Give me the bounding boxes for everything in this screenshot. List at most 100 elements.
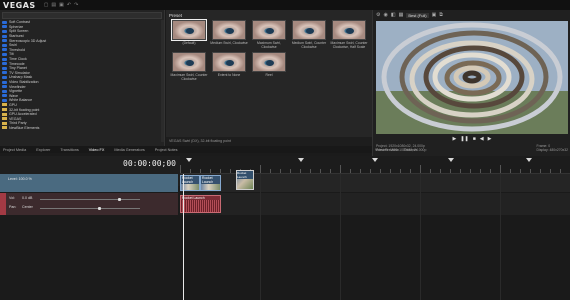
save-icon[interactable]: ▣ bbox=[59, 2, 64, 8]
fx-item-label: Video Stabilization bbox=[9, 80, 39, 85]
fx-item-label: Stereoscopic 3D Adjust bbox=[9, 38, 47, 43]
tab-transitions[interactable]: Transitions bbox=[60, 148, 78, 152]
copy-icon[interactable]: ⧉ bbox=[439, 12, 443, 18]
preset-label: Extent to None bbox=[217, 73, 241, 77]
pause-icon[interactable]: ❚❚ bbox=[460, 136, 468, 144]
fx-item-label: Split Screen bbox=[9, 29, 29, 34]
next-frame-icon[interactable]: ▶ bbox=[488, 136, 492, 144]
redo-icon[interactable]: ↷ bbox=[74, 2, 78, 8]
video-track-header[interactable]: Level: 100.0 % bbox=[0, 174, 178, 192]
marker[interactable] bbox=[186, 158, 192, 162]
tab-media-generators[interactable]: Media Generators bbox=[114, 148, 144, 152]
marker[interactable] bbox=[298, 158, 304, 162]
ruler-tick bbox=[510, 169, 511, 173]
preset-item[interactable]: Maximum Swirl, Clockwise bbox=[250, 20, 288, 49]
play-icon[interactable]: ▶ bbox=[453, 136, 457, 144]
tab-project-notes[interactable]: Project Notes bbox=[155, 148, 178, 152]
stop-icon[interactable]: ■ bbox=[473, 136, 476, 144]
clip-thumbnail bbox=[201, 184, 220, 190]
window-dock-tabs: Project Media Explorer Transitions Video FX… bbox=[0, 146, 372, 153]
audio-clip[interactable]: Rocket Launch bbox=[180, 195, 221, 213]
fx-list-scrollbar[interactable] bbox=[161, 20, 164, 142]
prev-frame-icon[interactable]: ◀ bbox=[480, 136, 484, 144]
fx-plugin-icon bbox=[2, 66, 7, 70]
ruler-tick bbox=[180, 165, 181, 173]
pan-slider[interactable] bbox=[40, 207, 140, 210]
preset-item[interactable]: Medium Swirl, Counter Clockwise bbox=[290, 20, 328, 49]
fx-list: Soft Contrast Spherize Split Screen Starbur… bbox=[0, 19, 164, 131]
preset-thumbnail bbox=[252, 20, 286, 40]
fx-item-label: Third Party bbox=[9, 121, 27, 126]
preview-transport: ▶ ❚❚ ■ ◀ ▶ bbox=[373, 136, 570, 144]
ruler-tick bbox=[550, 169, 551, 173]
audio-pan-value: Center bbox=[22, 205, 33, 209]
tab-trimmer[interactable]: Trimmer bbox=[404, 148, 417, 154]
playhead-cursor[interactable] bbox=[183, 174, 184, 300]
fx-item-label: VEGAS bbox=[9, 116, 22, 121]
marker[interactable] bbox=[448, 158, 454, 162]
ruler-tick bbox=[320, 169, 321, 173]
fx-item-label: Swirl bbox=[9, 43, 17, 48]
preset-item[interactable]: Reel bbox=[250, 52, 288, 81]
video-clip[interactable]: Rocket Launch bbox=[200, 175, 221, 191]
fx-item-label: NewBlue Elements bbox=[9, 125, 40, 130]
fx-folder-item[interactable]: NewBlue Elements bbox=[2, 126, 162, 131]
preset-description: VEGAS Swirl (DX), 32-bit floating point bbox=[166, 137, 372, 146]
volume-knob[interactable] bbox=[118, 198, 121, 201]
ruler-tick bbox=[200, 169, 201, 173]
overlay-icon[interactable]: ▦ bbox=[399, 12, 404, 18]
marker[interactable] bbox=[526, 158, 532, 162]
clip-name: Rocket Launch bbox=[201, 176, 220, 184]
fx-plugin-icon bbox=[2, 48, 7, 52]
dragged-clip[interactable]: Rocket Launch bbox=[236, 170, 254, 190]
fx-plugin-icon bbox=[2, 85, 7, 89]
fx-plugin-icon bbox=[2, 75, 7, 79]
tab-video-preview[interactable]: Video Preview bbox=[375, 148, 398, 154]
open-icon[interactable]: ▤ bbox=[51, 2, 56, 8]
tab-video-fx[interactable]: Video FX bbox=[89, 148, 105, 152]
preset-pane: Preset (Default) Medium Swirl, Clockwise M… bbox=[166, 10, 372, 146]
fx-icon[interactable]: ◉ bbox=[383, 12, 387, 18]
ruler-tick bbox=[560, 169, 561, 173]
tab-explorer[interactable]: Explorer bbox=[36, 148, 50, 152]
ruler-tick bbox=[440, 169, 441, 173]
timeline-area[interactable]: Rocket Launch Rocket Launch Rocket Launc… bbox=[180, 174, 570, 300]
tab-project-media[interactable]: Project Media bbox=[3, 148, 26, 152]
fx-plugin-icon bbox=[2, 80, 7, 84]
ruler-tick bbox=[400, 169, 401, 173]
split-icon[interactable]: ◧ bbox=[391, 12, 396, 18]
preset-item[interactable]: Maximum Swirl, Counter Clockwise bbox=[170, 52, 208, 81]
properties-icon[interactable]: ⚙ bbox=[376, 12, 380, 18]
folder-icon bbox=[2, 112, 7, 116]
folder-icon bbox=[2, 103, 7, 107]
volume-slider[interactable] bbox=[40, 198, 140, 201]
preset-item[interactable]: Maximum Swirl, Counter Clockwise, Half S… bbox=[330, 20, 368, 49]
fx-search-input[interactable] bbox=[2, 12, 162, 19]
audio-track-header[interactable]: Vol: 0.0 dB Pan: Center bbox=[0, 193, 178, 215]
preset-thumbnail bbox=[212, 20, 246, 40]
preset-item[interactable]: Medium Swirl, Clockwise bbox=[210, 20, 248, 49]
preset-item[interactable]: (Default) bbox=[170, 19, 208, 49]
ruler-tick bbox=[370, 169, 371, 173]
pan-knob[interactable] bbox=[98, 207, 101, 210]
audio-waveform bbox=[181, 200, 220, 212]
clip-name: Rocket Launch bbox=[237, 171, 253, 179]
preset-label: Medium Swirl, Counter Clockwise bbox=[291, 41, 327, 49]
toolbar: ▢ ▤ ▣ ↶ ↷ bbox=[44, 2, 79, 8]
preview-quality-select[interactable]: Best (Full) bbox=[406, 12, 429, 18]
preview-tabs: Video Preview Trimmer bbox=[372, 148, 570, 154]
fx-plugin-icon bbox=[2, 39, 7, 43]
gridline bbox=[420, 174, 421, 300]
swirl-image bbox=[376, 21, 568, 134]
snapshot-icon[interactable]: ▣ bbox=[432, 12, 437, 18]
timecode-display: 00:00:00;00 bbox=[123, 159, 176, 168]
fx-item-label: Wave bbox=[9, 93, 19, 98]
ruler-tick bbox=[410, 169, 411, 173]
fx-item-label: Timecode bbox=[9, 61, 25, 66]
undo-icon[interactable]: ↶ bbox=[67, 2, 71, 8]
fx-plugin-icon bbox=[2, 57, 7, 61]
ruler-tick bbox=[500, 165, 501, 173]
new-icon[interactable]: ▢ bbox=[44, 2, 49, 8]
marker[interactable] bbox=[372, 158, 378, 162]
preset-item[interactable]: Extent to None bbox=[210, 52, 248, 81]
